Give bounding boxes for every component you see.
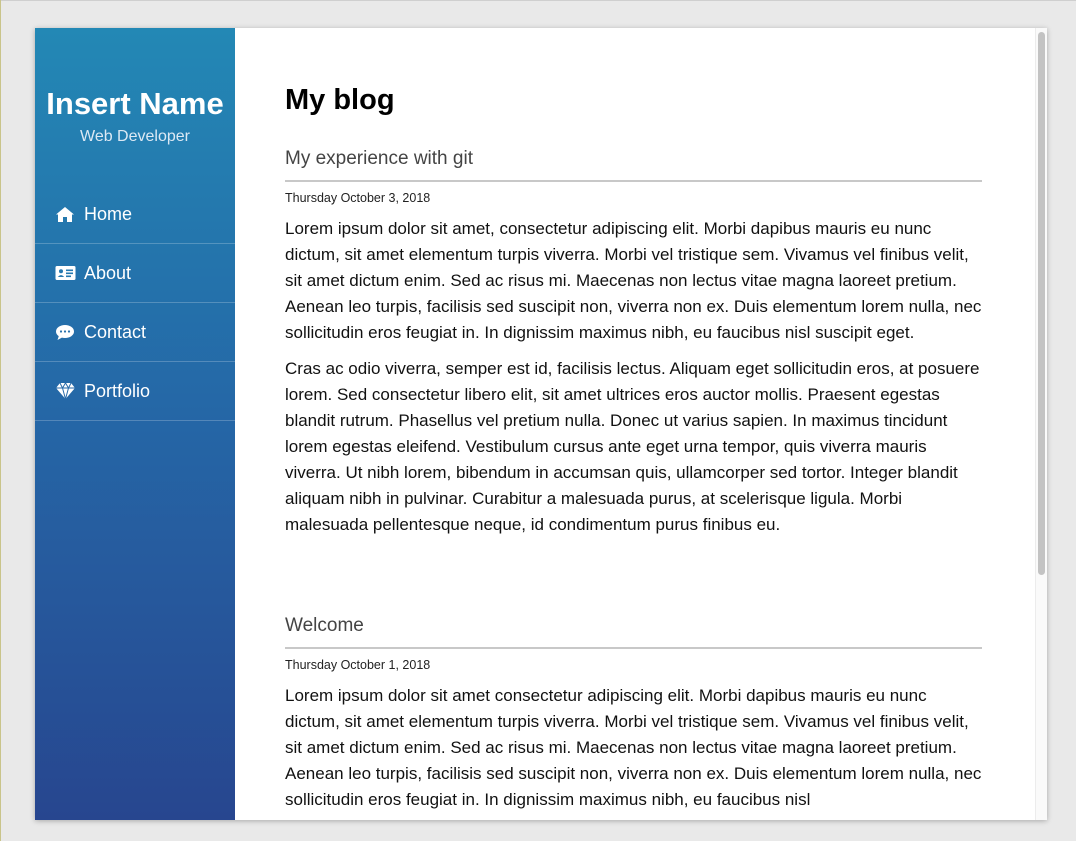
brand-name: Insert Name — [46, 86, 224, 121]
vertical-scrollbar[interactable] — [1035, 28, 1047, 820]
post-paragraph: Lorem ipsum dolor sit amet consectetur a… — [285, 686, 982, 809]
desktop-edge-left — [0, 0, 1, 841]
post-date: Thursday October 3, 2018 — [285, 191, 431, 205]
post-paragraph: Lorem ipsum dolor sit amet, consectetur … — [285, 219, 982, 342]
post-title[interactable]: Welcome — [285, 611, 982, 649]
chat-bubble-icon — [54, 322, 76, 342]
post-paragraph: Cras ac odio viverra, semper est id, fac… — [285, 359, 980, 534]
diamond-icon — [54, 381, 76, 401]
desktop-edge-top — [0, 0, 1076, 1]
id-card-icon — [54, 263, 76, 283]
sidebar-item-home[interactable]: Home — [35, 185, 235, 244]
sidebar-item-label: Home — [84, 203, 133, 224]
sidebar-item-label: Portfolio — [84, 380, 151, 401]
sidebar: Insert Name Web Developer Home About Con… — [35, 28, 235, 820]
sidebar-item-label: Contact — [84, 321, 147, 342]
post-date: Thursday October 1, 2018 — [285, 658, 431, 672]
sidebar-nav: Home About Contact Portfolio — [35, 185, 235, 421]
main-content: My blog My experience with git Thursday … — [235, 28, 1035, 820]
sidebar-item-portfolio[interactable]: Portfolio — [35, 362, 235, 421]
post-title[interactable]: My experience with git — [285, 144, 982, 182]
sidebar-item-about[interactable]: About — [35, 244, 235, 303]
blog-post: Welcome Thursday October 1, 2018 Lorem i… — [285, 611, 982, 813]
sidebar-item-label: About — [84, 262, 132, 283]
brand-subtitle: Web Developer — [80, 128, 190, 145]
page-title: My blog — [285, 84, 395, 116]
browser-window: Insert Name Web Developer Home About Con… — [35, 28, 1047, 820]
sidebar-item-contact[interactable]: Contact — [35, 303, 235, 362]
home-icon — [54, 204, 76, 224]
scrollbar-thumb[interactable] — [1038, 32, 1045, 575]
blog-post: My experience with git Thursday October … — [285, 144, 982, 538]
